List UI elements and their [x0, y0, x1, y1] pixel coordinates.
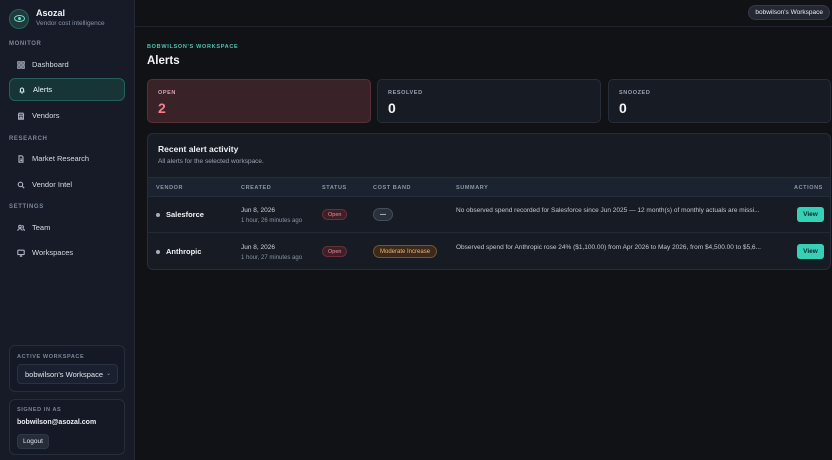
search-icon	[17, 181, 25, 189]
column-header-created: CREATED	[241, 185, 272, 191]
cost-band-badge: —	[373, 208, 393, 221]
table-row: Anthropic Jun 8, 2026 1 hour, 27 minutes…	[148, 234, 830, 269]
page-title: Alerts	[147, 55, 180, 67]
column-header-status: STATUS	[322, 185, 347, 191]
signed-in-panel: SIGNED IN AS bobwilson@asozal.com Logout	[9, 399, 125, 455]
brand[interactable]: Asozal Vendor cost intelligence	[9, 8, 105, 29]
stat-value: 0	[619, 100, 627, 116]
stat-card-snoozed[interactable]: SNOOZED 0	[608, 79, 831, 123]
status-dot-icon	[156, 212, 160, 217]
user-email: bobwilson@asozal.com	[17, 419, 97, 426]
view-button[interactable]: View	[797, 244, 824, 259]
created-ago: 1 hour, 27 minutes ago	[241, 255, 303, 261]
app-name: Asozal	[36, 8, 66, 18]
view-button[interactable]: View	[797, 207, 824, 222]
sidebar-item-workspaces[interactable]: Workspaces	[9, 241, 125, 264]
status-badge: Open	[322, 209, 348, 220]
monitor-icon	[17, 249, 25, 257]
sidebar-item-vendor-intel[interactable]: Vendor Intel	[9, 173, 125, 196]
section-label-monitor: MONITOR	[9, 41, 42, 47]
sidebar-item-label: Team	[32, 223, 51, 232]
sidebar-item-vendors[interactable]: Vendors	[9, 104, 125, 127]
sidebar-item-label: Dashboard	[32, 60, 69, 69]
vendor-cell: Anthropic	[156, 247, 201, 256]
sidebar-item-dashboard[interactable]: Dashboard	[9, 53, 125, 76]
store-icon	[17, 112, 25, 120]
users-icon	[17, 224, 25, 231]
active-workspace-panel: ACTIVE WORKSPACE bobwilson's Workspace ⌄	[9, 345, 125, 392]
app-tagline: Vendor cost intelligence	[36, 20, 105, 27]
stat-card-resolved[interactable]: RESOLVED 0	[377, 79, 601, 123]
document-icon	[18, 154, 24, 163]
column-header-cost-band: COST BAND	[373, 185, 412, 191]
sidebar-item-label: Market Research	[32, 154, 90, 163]
card-subtitle: All alerts for the selected workspace.	[158, 158, 264, 165]
status-dot-icon	[156, 249, 160, 254]
workspace-select-value: bobwilson's Workspace	[25, 369, 103, 379]
created-ago: 1 hour, 26 minutes ago	[241, 218, 303, 224]
column-header-vendor: VENDOR	[156, 185, 184, 191]
created-cell: Jun 8, 2026 1 hour, 27 minutes ago	[241, 243, 302, 263]
alert-activity-card: Recent alert activity All alerts for the…	[147, 133, 831, 270]
stat-label: OPEN	[158, 90, 176, 96]
cost-band-badge: Moderate Increase	[373, 245, 438, 258]
vendor-name: Salesforce	[166, 210, 204, 219]
logout-button[interactable]: Logout	[17, 434, 49, 449]
summary-text: Observed spend for Anthropic rose 24% ($…	[456, 244, 761, 251]
status-badge: Open	[322, 246, 348, 257]
table-header: VENDOR CREATED STATUS COST BAND SUMMARY …	[148, 177, 830, 197]
vendor-name: Anthropic	[166, 247, 202, 256]
signed-in-label: SIGNED IN AS	[17, 407, 62, 413]
sidebar-item-label: Vendor Intel	[32, 180, 73, 189]
stat-value: 0	[388, 100, 396, 116]
stat-label: SNOOZED	[619, 90, 651, 96]
chevron-down-icon: ⌄	[105, 371, 111, 377]
sidebar-item-label: Workspaces	[32, 248, 74, 257]
card-title: Recent alert activity	[158, 144, 239, 154]
summary-text: No observed spend recorded for Salesforc…	[456, 207, 760, 214]
sidebar-item-label: Alerts	[33, 85, 53, 94]
eye-logo-icon	[9, 8, 29, 29]
sidebar: Asozal Vendor cost intelligence MONITOR …	[0, 0, 135, 460]
top-bar: bobwilson's Workspace	[135, 0, 832, 27]
section-label-research: RESEARCH	[9, 136, 48, 142]
sidebar-item-alerts[interactable]: Alerts	[9, 78, 125, 101]
stat-card-open[interactable]: OPEN 2	[147, 79, 371, 123]
sidebar-item-label: Vendors	[32, 111, 60, 120]
stat-value: 2	[158, 100, 166, 116]
active-workspace-label: ACTIVE WORKSPACE	[17, 354, 85, 360]
stat-label: RESOLVED	[388, 90, 423, 96]
column-header-summary: SUMMARY	[456, 185, 489, 191]
table-row: Salesforce Jun 8, 2026 1 hour, 26 minute…	[148, 197, 830, 233]
vendor-cell: Salesforce	[156, 210, 204, 219]
created-date: Jun 8, 2026	[241, 244, 275, 251]
breadcrumb: BOBWILSON'S WORKSPACE	[147, 44, 239, 50]
created-date: Jun 8, 2026	[241, 207, 275, 214]
created-cell: Jun 8, 2026 1 hour, 26 minutes ago	[241, 206, 302, 226]
bell-icon	[19, 87, 25, 94]
sidebar-item-team[interactable]: Team	[9, 216, 125, 239]
workspace-select[interactable]: bobwilson's Workspace ⌄	[17, 364, 118, 384]
grid-icon	[17, 60, 25, 69]
section-label-settings: SETTINGS	[9, 204, 44, 210]
column-header-actions: ACTIONS	[794, 185, 823, 191]
sidebar-item-market-research[interactable]: Market Research	[9, 147, 125, 170]
workspace-switcher-pill[interactable]: bobwilson's Workspace	[748, 5, 830, 20]
